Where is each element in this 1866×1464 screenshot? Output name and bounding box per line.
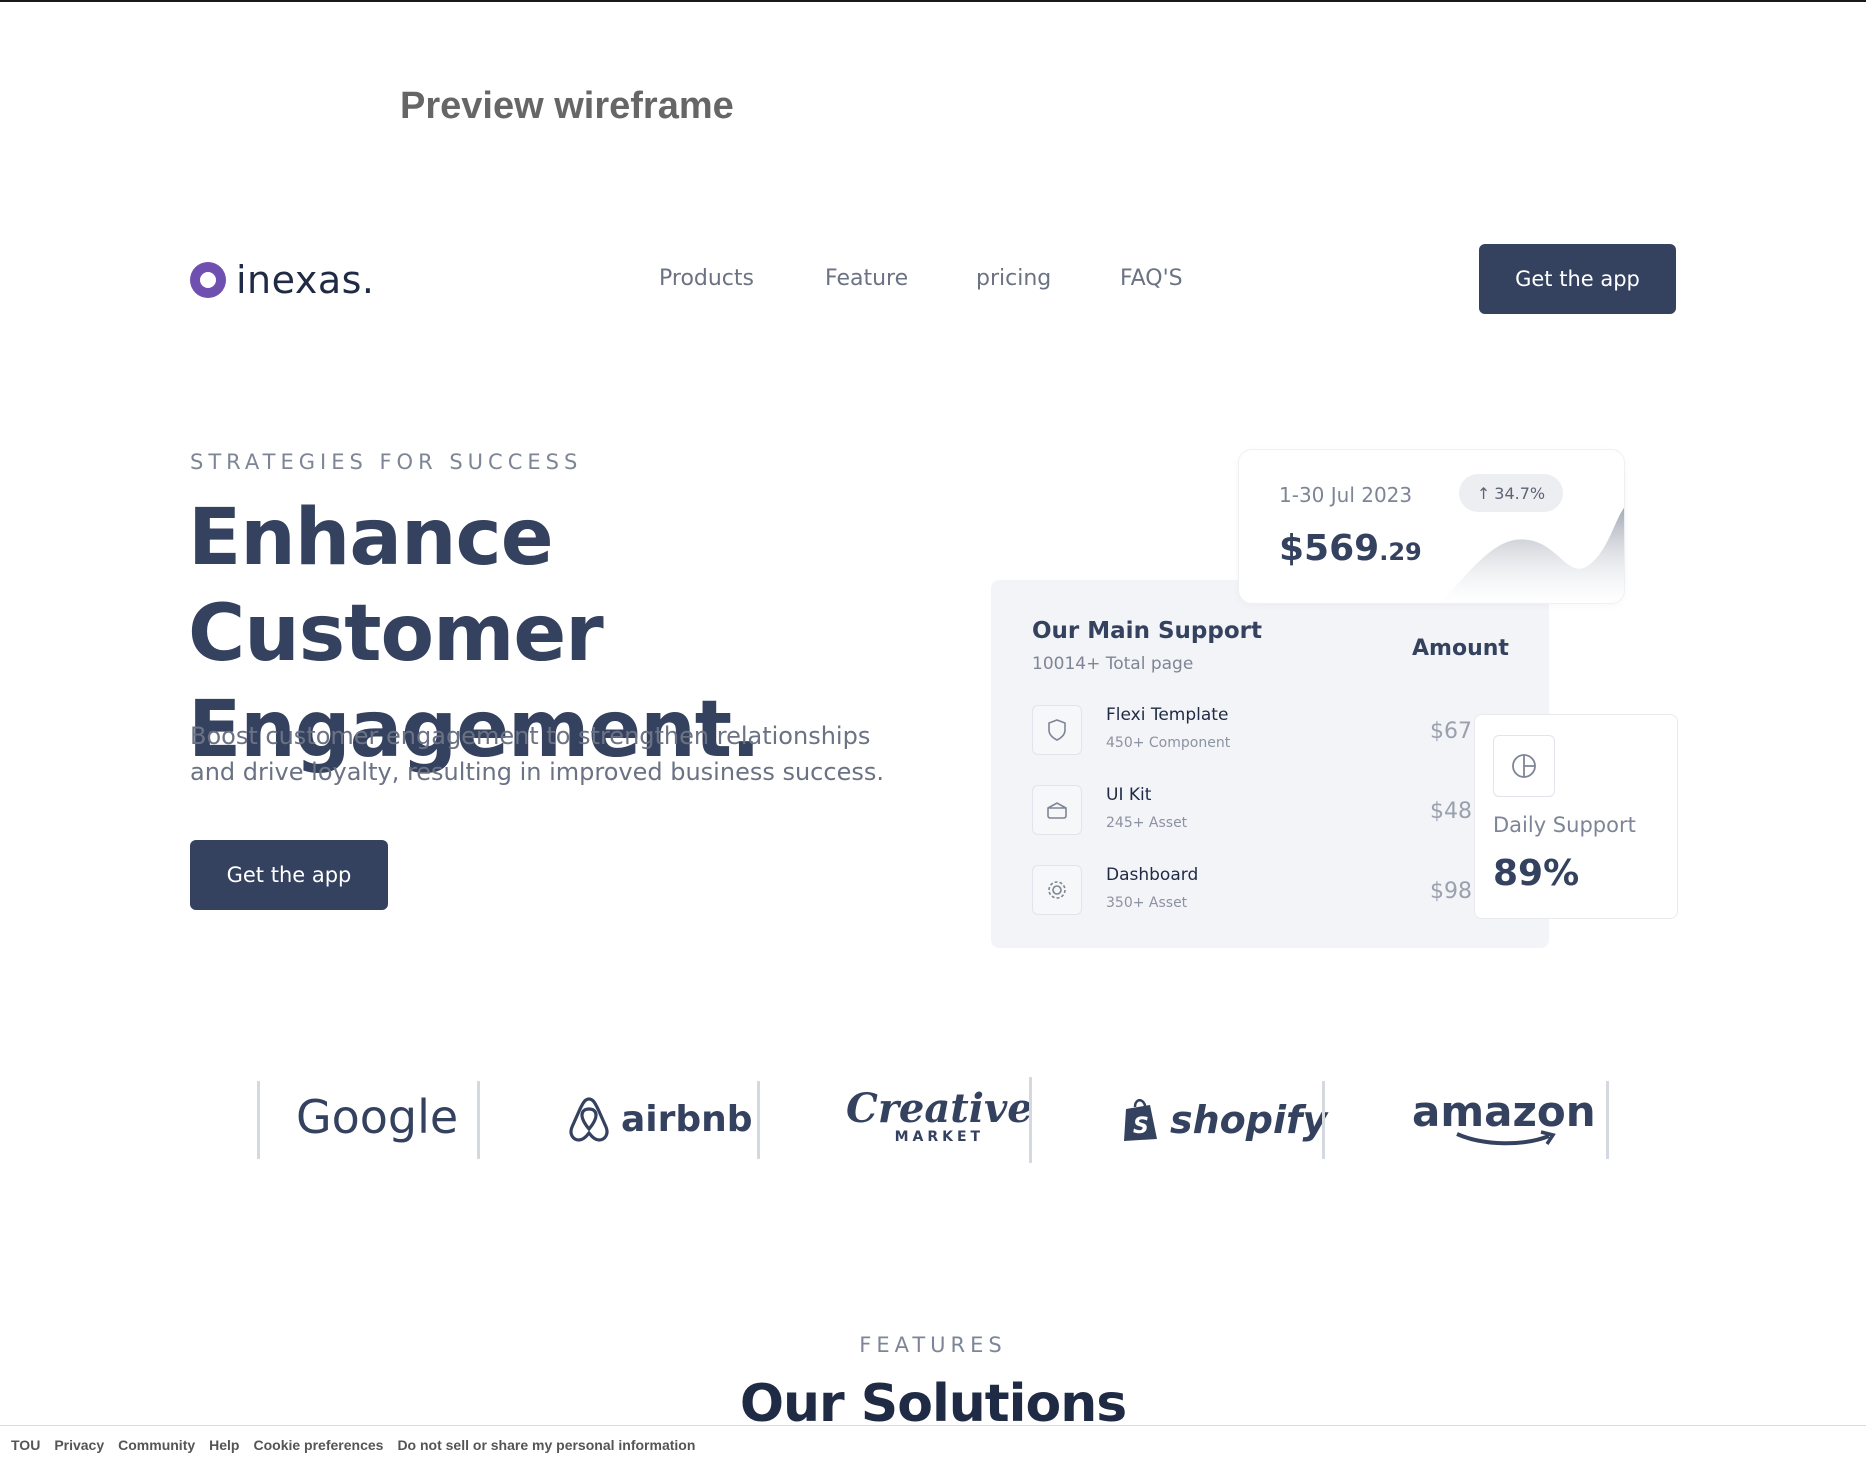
amazon-logo: amazon [1412, 1087, 1596, 1146]
support-row-meta: 245+ Asset [1106, 815, 1188, 831]
footer-link-privacy[interactable]: Privacy [54, 1437, 104, 1453]
logo-divider [257, 1081, 260, 1159]
airbnb-logo: airbnb [567, 1095, 753, 1143]
support-card-title: Our Main Support [1032, 618, 1262, 644]
support-row-name: Dashboard [1106, 865, 1199, 885]
brand-name: inexas. [236, 258, 375, 302]
logo-divider [1029, 1077, 1032, 1163]
logo-divider [477, 1081, 480, 1159]
revenue-amount: $569.29 [1279, 528, 1422, 569]
logo-divider [1322, 1081, 1325, 1159]
creative-market-logo: Creative MARKET [846, 1085, 1033, 1146]
footer-bar: TOU Privacy Community Help Cookie prefer… [0, 1425, 1866, 1464]
svg-text:S: S [1133, 1114, 1149, 1139]
box-icon [1032, 785, 1082, 835]
amazon-wordmark: amazon [1412, 1087, 1596, 1136]
footer-link-cookie-preferences[interactable]: Cookie preferences [253, 1437, 383, 1453]
logo-divider [1606, 1081, 1609, 1159]
footer-link-tou[interactable]: TOU [11, 1437, 40, 1453]
support-row: Flexi Template 450+ Component $67 [1032, 701, 1512, 761]
creative-wordmark: Creative [846, 1085, 1033, 1132]
nav-get-app-button[interactable]: Get the app [1479, 244, 1676, 314]
shopify-bag-icon: S [1124, 1099, 1157, 1141]
revenue-amount-cents: .29 [1379, 538, 1422, 566]
shopify-wordmark: shopify [1170, 1098, 1328, 1142]
airbnb-icon [569, 1097, 609, 1142]
revenue-change-value: 34.7% [1494, 483, 1546, 503]
top-border [0, 0, 1866, 2]
footer-link-community[interactable]: Community [118, 1437, 195, 1453]
support-row-name: UI Kit [1106, 785, 1152, 805]
logo-divider [757, 1081, 760, 1159]
nav-link-faqs[interactable]: FAQ'S [1120, 266, 1183, 291]
support-row: Dashboard 350+ Asset $98 [1032, 861, 1512, 921]
market-wordmark: MARKET [894, 1129, 985, 1145]
daily-support-value: 89% [1493, 853, 1580, 894]
support-row-name: Flexi Template [1106, 705, 1229, 725]
support-row-value: $48 [1430, 799, 1472, 824]
nav-link-pricing[interactable]: pricing [976, 266, 1051, 291]
partner-logos: Google airbnb Creative MARKET S shopify … [0, 1075, 1866, 1165]
gear-icon [1032, 865, 1082, 915]
support-card-subtitle: 10014+ Total page [1032, 654, 1194, 674]
footer-link-do-not-sell[interactable]: Do not sell or share my personal informa… [397, 1437, 695, 1453]
shield-icon [1032, 705, 1082, 755]
daily-support-card: Daily Support 89% [1474, 714, 1678, 919]
support-amount-header: Amount [1412, 636, 1509, 661]
support-row-meta: 350+ Asset [1106, 895, 1188, 911]
brand-logo[interactable]: inexas. [190, 258, 375, 302]
amazon-smile-icon [1456, 1130, 1556, 1146]
daily-support-label: Daily Support [1493, 813, 1636, 837]
shopify-logo: S shopify [1120, 1097, 1327, 1143]
support-row-value: $98 [1430, 879, 1472, 904]
nav-link-products[interactable]: Products [659, 266, 754, 291]
support-row: UI Kit 245+ Asset $48 [1032, 781, 1512, 841]
revenue-date-range: 1-30 Jul 2023 [1279, 483, 1413, 507]
footer-link-help[interactable]: Help [209, 1437, 239, 1453]
preview-title: Preview wireframe [400, 85, 734, 127]
hero-eyebrow: STRATEGIES FOR SUCCESS [190, 450, 583, 474]
hero-get-app-button[interactable]: Get the app [190, 840, 388, 910]
hero-description: Boost customer engagement to strengthen … [190, 722, 884, 786]
logo-mark-icon [190, 262, 226, 298]
main-support-card: Our Main Support 10014+ Total page Amoun… [991, 580, 1549, 948]
nav-link-feature[interactable]: Feature [825, 266, 908, 291]
features-eyebrow: FEATURES [859, 1333, 1007, 1357]
google-logo: Google [296, 1090, 459, 1144]
revenue-change-badge: ↑ 34.7% [1459, 474, 1563, 512]
pie-chart-icon [1493, 735, 1555, 797]
revenue-amount-main: $569 [1279, 528, 1380, 569]
revenue-card: 1-30 Jul 2023 ↑ 34.7% $569.29 [1238, 449, 1625, 604]
support-row-value: $67 [1430, 719, 1472, 744]
arrow-up-icon: ↑ [1476, 483, 1491, 503]
support-row-meta: 450+ Component [1106, 735, 1231, 751]
hero-title-line-1: Enhance Customer [188, 493, 604, 679]
airbnb-wordmark: airbnb [621, 1098, 753, 1140]
